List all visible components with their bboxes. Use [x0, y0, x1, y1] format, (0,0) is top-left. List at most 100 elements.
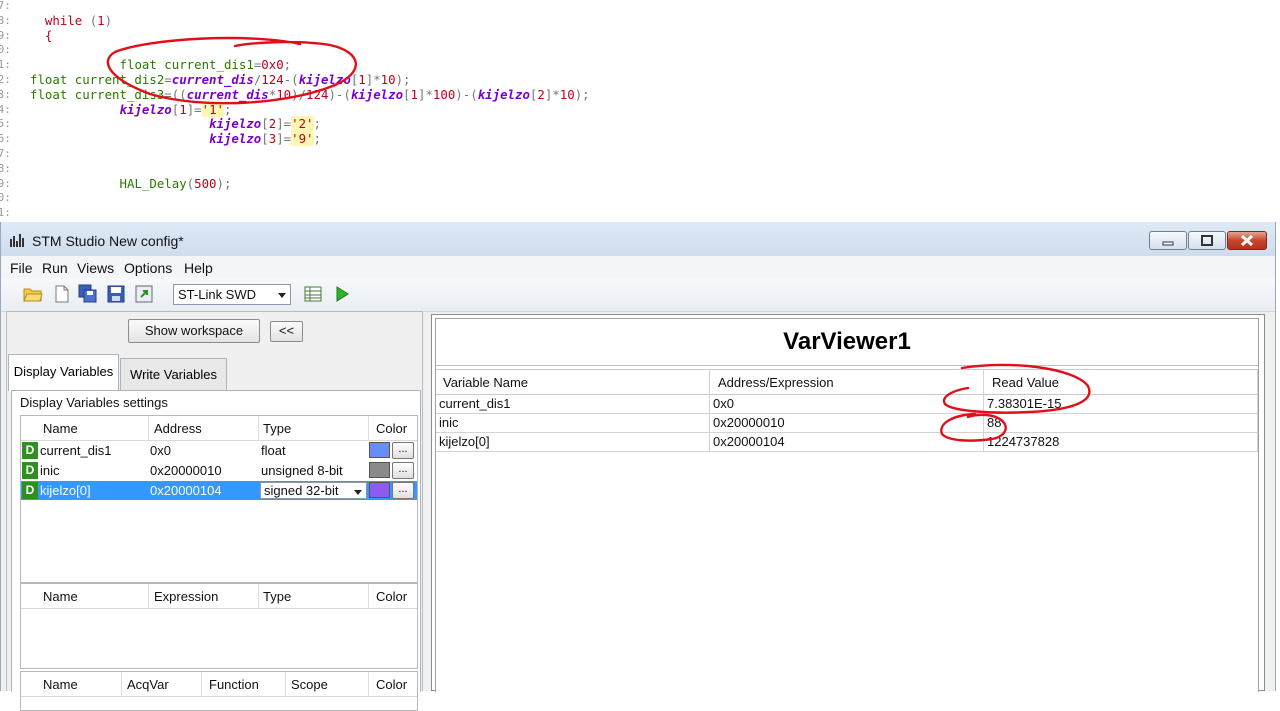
line-number: 50: [0, 191, 11, 205]
col-type[interactable]: Type [263, 421, 291, 436]
table-row[interactable]: kijelzo[0] 0x20000104 1224737828 [436, 433, 1258, 452]
code-token: 10 [276, 86, 292, 102]
col-read-value[interactable]: Read Value [992, 375, 1059, 390]
color-swatch[interactable] [369, 462, 390, 478]
line-number: 46: [0, 132, 11, 146]
code-token: =(( [164, 86, 187, 102]
col-color[interactable]: Color [376, 589, 407, 604]
menu-views[interactable]: Views [77, 260, 114, 276]
var-viewer-panel: VarViewer1 Variable Name Address/Express… [431, 314, 1265, 692]
var-address: 0x0 [150, 443, 171, 458]
var-name: inic [40, 463, 60, 478]
type-select[interactable]: signed 32-bit [260, 482, 367, 499]
code-token: ]* [544, 86, 560, 102]
code-text: kijelzo[2]='2'; [30, 116, 321, 132]
code-token: ]= [186, 101, 202, 117]
code-token: ; [313, 131, 321, 147]
code-token: 1 [97, 12, 105, 28]
display-variables-pane: Display Variables settings Name Address … [11, 390, 421, 711]
col-type[interactable]: Type [263, 589, 291, 604]
code-token: ( [82, 12, 98, 28]
var-viewer: VarViewer1 Variable Name Address/Express… [435, 318, 1259, 692]
code-text: HAL_Delay(500); [30, 175, 232, 191]
export-icon[interactable] [134, 284, 154, 304]
table-row[interactable]: inic 0x20000010 88 [436, 414, 1258, 433]
maximize-button[interactable] [1188, 231, 1226, 250]
menu-options[interactable]: Options [124, 260, 172, 276]
col-acqvar[interactable]: AcqVar [127, 677, 169, 692]
col-expression[interactable]: Expression [154, 589, 218, 604]
code-token: 1 [179, 101, 187, 117]
code-token: ) [104, 12, 113, 28]
save-all-icon[interactable] [78, 284, 98, 304]
new-file-icon[interactable] [52, 284, 72, 304]
show-workspace-button[interactable]: Show workspace [128, 319, 260, 343]
column-divider [709, 369, 710, 452]
code-token: '2' [291, 116, 314, 132]
line-number: 40: [0, 43, 11, 57]
line-number: 45: [0, 117, 11, 131]
code-token: ; [313, 116, 321, 132]
color-picker-button[interactable]: ... [392, 482, 414, 499]
menu-help[interactable]: Help [184, 260, 213, 276]
display-badge: D [22, 482, 38, 499]
code-token: 1 [358, 72, 366, 87]
table-icon[interactable] [303, 284, 323, 304]
menu-run[interactable]: Run [42, 260, 68, 276]
display-badge: D [22, 462, 38, 479]
table-header: Name AcqVar Function Scope Color [21, 672, 417, 697]
table-row[interactable]: current_dis1 0x0 7.38301E-15 [436, 395, 1258, 414]
code-text: float current_dis3=((current_dis*10)/124… [30, 87, 590, 102]
col-name[interactable]: Name [43, 589, 78, 604]
probe-select[interactable]: ST-Link SWD [173, 284, 291, 305]
table-row[interactable]: D inic 0x20000010 unsigned 8-bit ... [21, 461, 417, 480]
col-name[interactable]: Name [43, 421, 78, 436]
probe-select-value: ST-Link SWD [178, 287, 257, 302]
code-text: float current_dis2=current_dis/124-(kije… [30, 72, 411, 87]
stm-studio-window: STM Studio New config* File Run Views Op… [0, 222, 1276, 711]
code-token: ]* [365, 72, 381, 87]
collapse-button[interactable]: << [270, 321, 303, 342]
display-badge: D [22, 442, 38, 459]
color-picker-button[interactable]: ... [392, 462, 414, 479]
code-token: )/ [291, 86, 307, 102]
col-color[interactable]: Color [376, 421, 407, 436]
viewer-var-name: kijelzo[0] [439, 434, 490, 449]
code-token: float current_dis2 [30, 72, 165, 87]
close-button[interactable] [1227, 231, 1267, 250]
col-address[interactable]: Address [154, 421, 202, 436]
tab-display-variables[interactable]: Display Variables [8, 354, 119, 391]
run-icon[interactable] [332, 284, 352, 304]
code-token: 10 [380, 72, 396, 87]
menu-file[interactable]: File [10, 260, 33, 276]
color-picker-button[interactable]: ... [392, 442, 414, 459]
col-function[interactable]: Function [209, 677, 259, 692]
code-token: 500 [194, 175, 217, 191]
open-folder-icon[interactable] [23, 284, 43, 304]
color-swatch[interactable] [369, 442, 390, 458]
code-token: current_dis [171, 72, 254, 87]
save-icon[interactable] [106, 284, 126, 304]
col-address-expression[interactable]: Address/Expression [718, 375, 834, 390]
minimize-button[interactable] [1149, 231, 1187, 250]
col-color[interactable]: Color [376, 677, 407, 692]
tab-write-variables[interactable]: Write Variables [120, 358, 227, 390]
var-name: current_dis1 [40, 443, 112, 458]
color-swatch[interactable] [369, 482, 390, 498]
col-name[interactable]: Name [43, 677, 78, 692]
toolbar: ST-Link SWD [1, 278, 1275, 312]
table-row[interactable]: D current_dis1 0x0 float ... [21, 441, 417, 460]
col-scope[interactable]: Scope [291, 677, 328, 692]
left-panel: Show workspace << Display Variables Writ… [6, 311, 423, 711]
col-variable-name[interactable]: Variable Name [443, 375, 528, 390]
code-text: while (1) [30, 13, 112, 28]
var-address: 0x20000010 [150, 463, 222, 478]
table-row-selected[interactable]: D kijelzo[0] 0x20000104 signed 32-bit ..… [21, 481, 417, 500]
expressions-table: Name Expression Type Color [20, 583, 418, 669]
column-divider [983, 369, 984, 452]
viewer-read-value: 88 [987, 415, 1002, 430]
var-name: kijelzo[0] [40, 483, 91, 498]
